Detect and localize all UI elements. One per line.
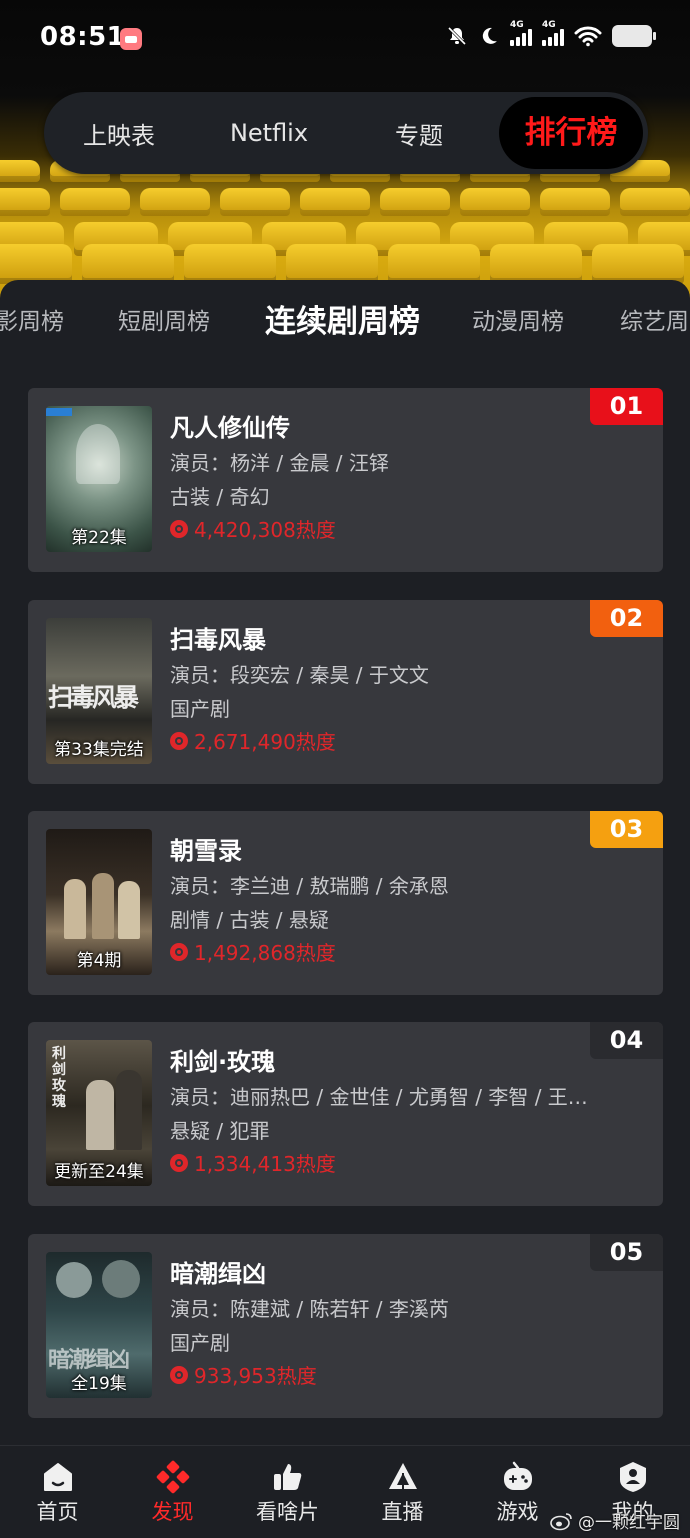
nav-label: 首页 — [36, 1500, 79, 1524]
poster-title-text: 扫毒风暴 — [48, 683, 139, 712]
episode-label: 第33集完结 — [54, 740, 144, 760]
home-icon — [43, 1463, 72, 1491]
show-title: 暗潮缉凶 — [170, 1260, 266, 1288]
show-genre: 剧情 / 古装 / 悬疑 — [170, 908, 329, 932]
show-genre: 悬疑 / 犯罪 — [170, 1119, 270, 1143]
poster-title-text: 利剑玫瑰 — [52, 1046, 66, 1110]
poster-image: 第4期 — [46, 829, 152, 975]
nav-live[interactable]: 直播 — [345, 1446, 460, 1538]
tab-netflix[interactable]: Netflix — [194, 119, 344, 147]
profile-icon — [619, 1462, 646, 1492]
episode-label: 第22集 — [71, 528, 127, 548]
heat-score: 1,334,413热度 — [170, 1148, 336, 1177]
poster-image: 扫毒风暴 第33集完结 — [46, 618, 152, 764]
ranking-card-5[interactable]: 暗潮缉凶 全19集 暗潮缉凶 演员：陈建斌 / 陈若轩 / 李溪芮 国产剧 93… — [28, 1234, 663, 1418]
rank-badge: 04 — [590, 1022, 663, 1059]
ranking-category-tabs: 影周榜 短剧周榜 连续剧周榜 动漫周榜 综艺周 — [0, 280, 690, 360]
gamepad-icon — [503, 1461, 532, 1490]
poster-image: 第22集 — [46, 406, 152, 552]
rank-badge: 03 — [590, 811, 663, 848]
show-genre: 国产剧 — [170, 1331, 230, 1355]
episode-label: 第4期 — [76, 951, 122, 971]
heat-score: 2,671,490热度 — [170, 726, 336, 755]
status-time: 08:51 — [40, 22, 126, 52]
show-title: 凡人修仙传 — [170, 414, 290, 442]
live-icon — [388, 1463, 417, 1489]
nav-label: 直播 — [381, 1500, 424, 1524]
nav-label: 看啥片 — [256, 1500, 319, 1524]
signal-icon-2: 4G — [542, 20, 564, 46]
heat-icon — [170, 519, 188, 538]
nav-recommend[interactable]: 看啥片 — [230, 1446, 345, 1538]
thumbs-up-icon — [273, 1464, 301, 1490]
heat-icon — [170, 731, 188, 750]
theater-seats-row-2 — [0, 188, 690, 216]
ranking-card-3[interactable]: 第4期 朝雪录 演员：李兰迪 / 敖瑞鹏 / 余承恩 剧情 / 古装 / 悬疑 … — [28, 811, 663, 995]
episode-label: 全19集 — [71, 1374, 127, 1394]
heat-icon — [170, 1153, 188, 1172]
nav-discover[interactable]: 发现 — [115, 1446, 230, 1538]
poster-image: 暗潮缉凶 全19集 — [46, 1252, 152, 1398]
subtab-series-weekly[interactable]: 连续剧周榜 — [265, 296, 420, 341]
tab-rankings[interactable]: 排行榜 — [499, 97, 643, 169]
show-cast: 演员：段奕宏 / 秦昊 / 于文文 — [170, 663, 429, 687]
show-title: 朝雪录 — [170, 837, 242, 865]
heat-score: 933,953热度 — [170, 1360, 317, 1389]
subtab-variety-weekly[interactable]: 综艺周 — [620, 302, 689, 336]
rank-badge: 01 — [590, 388, 663, 425]
rank-badge: 05 — [590, 1234, 663, 1271]
nav-label: 发现 — [151, 1500, 194, 1524]
heat-icon — [170, 942, 188, 961]
battery-icon — [612, 25, 656, 47]
moon-icon — [482, 27, 497, 44]
nav-home[interactable]: 首页 — [0, 1446, 115, 1538]
tab-topics[interactable]: 专题 — [344, 116, 494, 151]
show-title: 利剑·玫瑰 — [170, 1048, 276, 1076]
status-icons: 4G 4G — [446, 20, 656, 47]
show-cast: 演员：李兰迪 / 敖瑞鹏 / 余承恩 — [170, 874, 449, 898]
heat-icon — [170, 1365, 188, 1384]
wifi-icon — [574, 26, 602, 47]
subtab-short-drama-weekly[interactable]: 短剧周榜 — [118, 302, 210, 336]
subtab-anime-weekly[interactable]: 动漫周榜 — [472, 302, 564, 336]
mute-bell-icon — [447, 26, 467, 46]
show-cast: 演员：杨洋 / 金晨 / 汪铎 — [170, 451, 389, 475]
subtab-movie-weekly[interactable]: 影周榜 — [0, 302, 64, 336]
show-genre: 国产剧 — [170, 697, 230, 721]
poster-image: 利剑玫瑰 更新至24集 — [46, 1040, 152, 1186]
show-cast: 演员：陈建斌 / 陈若轩 / 李溪芮 — [170, 1297, 449, 1321]
top-tab-bar: 上映表 Netflix 专题 排行榜 — [44, 92, 648, 174]
theater-seats-row-4 — [0, 244, 690, 284]
ranking-card-1[interactable]: 第22集 凡人修仙传 演员：杨洋 / 金晨 / 汪铎 古装 / 奇幻 4,420… — [28, 388, 663, 572]
show-cast: 演员：迪丽热巴 / 金世佳 / 尤勇智 / 李智 / 王… — [170, 1085, 588, 1109]
rank-badge: 02 — [590, 600, 663, 637]
watermark: @一颗红宇圆 — [550, 1508, 680, 1533]
ranking-card-4[interactable]: 利剑玫瑰 更新至24集 利剑·玫瑰 演员：迪丽热巴 / 金世佳 / 尤勇智 / … — [28, 1022, 663, 1206]
tab-schedule[interactable]: 上映表 — [44, 116, 194, 151]
signal-icon-1: 4G — [510, 20, 532, 46]
episode-label: 更新至24集 — [54, 1162, 144, 1182]
heat-score: 1,492,868热度 — [170, 937, 336, 966]
discover-icon — [156, 1460, 189, 1494]
weibo-icon — [550, 1512, 572, 1530]
heat-score: 4,420,308热度 — [170, 514, 336, 543]
show-genre: 古装 / 奇幻 — [170, 485, 270, 509]
show-title: 扫毒风暴 — [170, 626, 266, 654]
ranking-card-2[interactable]: 扫毒风暴 第33集完结 扫毒风暴 演员：段奕宏 / 秦昊 / 于文文 国产剧 2… — [28, 600, 663, 784]
app-notification-icon — [120, 28, 142, 50]
status-bar: 08:51 4G 4G — [0, 0, 690, 80]
